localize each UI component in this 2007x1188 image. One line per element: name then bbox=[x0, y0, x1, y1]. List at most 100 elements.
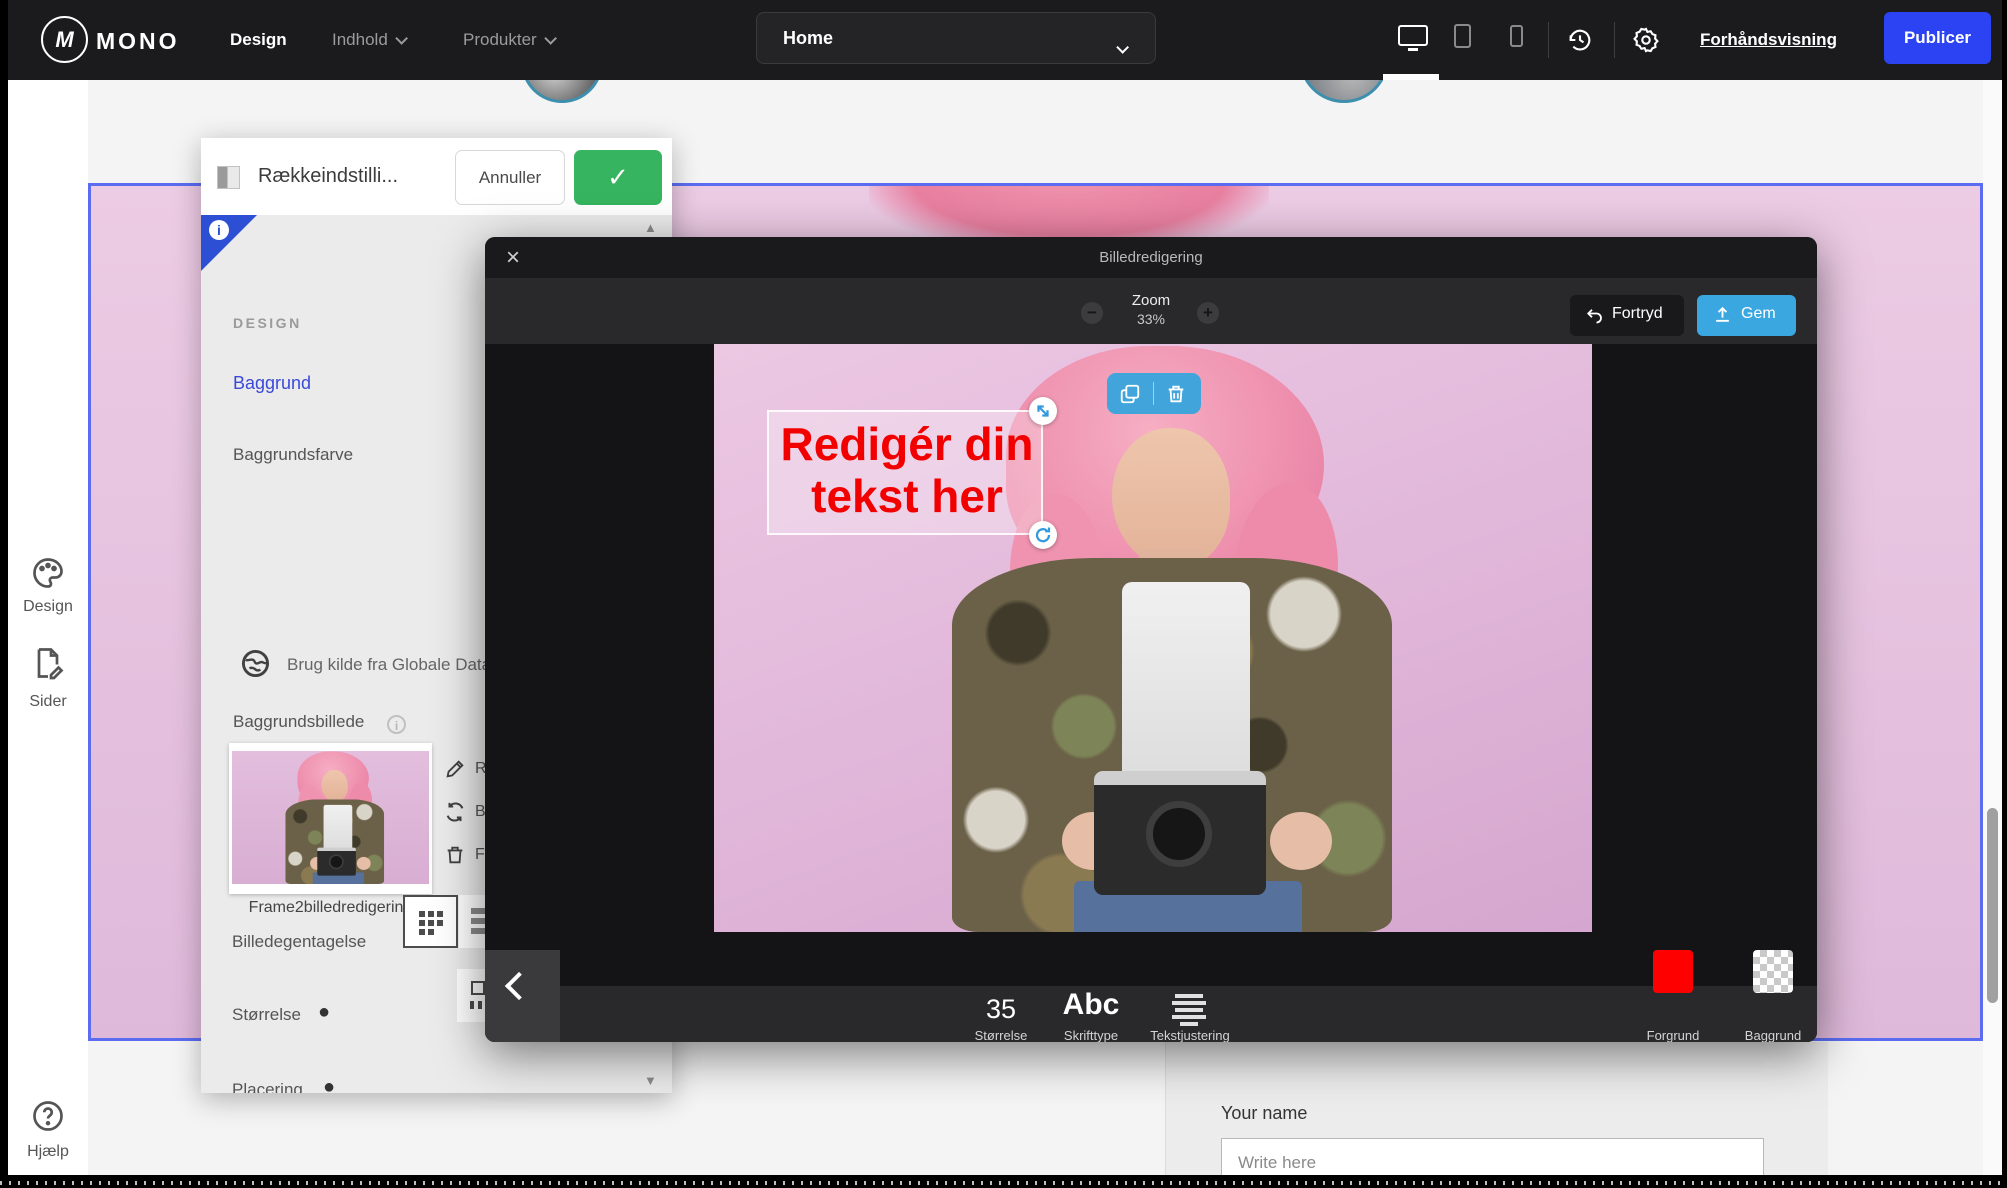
left-sidebar: Design Sider Hjælp bbox=[8, 80, 88, 1175]
divider bbox=[1548, 22, 1549, 58]
palette-icon[interactable] bbox=[30, 555, 66, 591]
form-field-label: Your name bbox=[1221, 1103, 1307, 1124]
font-size-label: Størrelse bbox=[957, 1028, 1045, 1042]
preview-link[interactable]: Forhåndsvisning bbox=[1700, 30, 1837, 50]
modal-header: × Billedredigering bbox=[485, 237, 1817, 278]
frame-bottom bbox=[0, 1175, 2007, 1188]
editor-canvas[interactable]: Redigér din tekst her bbox=[485, 344, 1817, 1042]
duplicate-icon[interactable] bbox=[1119, 383, 1141, 405]
text-selection-box[interactable]: Redigér din tekst her bbox=[767, 410, 1043, 535]
nav-item-products[interactable]: Produkter bbox=[463, 0, 553, 80]
row-settings-icon bbox=[217, 166, 240, 189]
mobile-view-icon[interactable] bbox=[1510, 25, 1523, 47]
text-align-icon[interactable] bbox=[1172, 994, 1206, 1024]
info-icon[interactable]: i bbox=[387, 715, 406, 734]
scroll-up-icon[interactable]: ▲ bbox=[644, 220, 657, 235]
page-selector-dropdown[interactable]: Home bbox=[756, 12, 1156, 64]
frame-left bbox=[0, 0, 8, 1188]
foreground-label: Forgrund bbox=[1625, 1028, 1721, 1042]
size-value-dot[interactable]: ● bbox=[318, 1001, 330, 1024]
info-icon: i bbox=[209, 220, 229, 240]
text-align-label: Tekstjustering bbox=[1135, 1028, 1245, 1042]
chevron-left-icon bbox=[505, 972, 533, 1000]
sidebar-item-pages[interactable]: Sider bbox=[8, 693, 88, 711]
thumbnail-photo bbox=[232, 751, 429, 884]
size-label: Størrelse bbox=[232, 1005, 301, 1025]
clipped-page-text-artifacts bbox=[0, 1181, 2007, 1185]
swap-image-icon[interactable] bbox=[444, 801, 466, 823]
remove-image-icon[interactable] bbox=[444, 844, 466, 866]
image-filename: Frame2billedredigering bbox=[229, 899, 432, 917]
background-color-swatch[interactable] bbox=[1753, 950, 1793, 993]
edit-image-icon[interactable] bbox=[444, 758, 466, 780]
editor-window: Your name Write here Design Sider Hjælp bbox=[0, 0, 2007, 1188]
panel-section-heading: DESIGN bbox=[233, 315, 302, 331]
desktop-view-icon[interactable] bbox=[1398, 25, 1428, 46]
foreground-color-swatch[interactable] bbox=[1653, 950, 1693, 993]
tab-background[interactable]: Baggrund bbox=[233, 373, 311, 394]
modal-title: Billedredigering bbox=[485, 249, 1817, 266]
avatar[interactable] bbox=[521, 80, 603, 103]
zoom-in-button[interactable]: + bbox=[1197, 302, 1219, 324]
tablet-view-icon[interactable] bbox=[1454, 24, 1471, 48]
font-size-value[interactable]: 35 bbox=[972, 994, 1030, 1025]
check-icon: ✓ bbox=[607, 162, 629, 192]
bg-color-label: Baggrundsfarve bbox=[233, 445, 353, 465]
top-navbar: M MONO Design Indhold Produkter Home For… bbox=[8, 0, 2002, 80]
sidebar-item-help[interactable]: Hjælp bbox=[8, 1143, 88, 1161]
panel-header: Rækkeindstilli... Annuller ✓ bbox=[201, 138, 672, 215]
position-label: Placering bbox=[232, 1080, 303, 1093]
remove-image-label-clipped[interactable]: F bbox=[475, 846, 485, 864]
globe-icon bbox=[241, 649, 270, 678]
pages-icon[interactable] bbox=[30, 645, 66, 681]
modal-bottom-toolbar: 35 Størrelse Abc Skrifttype Tekstjusteri… bbox=[485, 986, 1817, 1042]
canvas-text[interactable]: Redigér din tekst her bbox=[769, 418, 1045, 522]
panel-title: Rækkeindstilli... bbox=[258, 165, 398, 188]
chevron-down-icon bbox=[544, 32, 557, 45]
history-icon[interactable] bbox=[1566, 26, 1594, 54]
save-button[interactable]: Gem bbox=[1697, 295, 1796, 336]
publish-button[interactable]: Publicer bbox=[1884, 12, 1991, 64]
rotate-handle-icon[interactable] bbox=[1029, 521, 1057, 549]
selected-page: Home bbox=[783, 28, 833, 49]
mono-logo-text: MONO bbox=[96, 28, 180, 55]
cancel-button[interactable]: Annuller bbox=[455, 150, 565, 205]
active-device-underline bbox=[1383, 74, 1439, 80]
undo-button[interactable]: Fortryd bbox=[1570, 295, 1684, 336]
name-input[interactable]: Write here bbox=[1221, 1138, 1764, 1175]
zoom-label: Zoom bbox=[1085, 292, 1217, 309]
editing-photo[interactable]: Redigér din tekst her bbox=[714, 344, 1592, 932]
font-family-button[interactable]: Abc bbox=[1060, 988, 1122, 1022]
delete-icon[interactable] bbox=[1165, 383, 1187, 405]
mono-logo-icon: M bbox=[41, 16, 88, 63]
settings-gear-icon[interactable] bbox=[1632, 26, 1660, 54]
page-scrollbar-thumb[interactable] bbox=[1987, 808, 1998, 1003]
position-value-dot[interactable]: ● bbox=[323, 1076, 335, 1093]
undo-label: Fortryd bbox=[1612, 305, 1663, 323]
scroll-down-icon[interactable]: ▼ bbox=[644, 1073, 657, 1088]
font-family-label: Skrifttype bbox=[1053, 1028, 1129, 1042]
page-scrollbar-track[interactable] bbox=[1983, 80, 2002, 1175]
modal-zoom-bar: − Zoom 33% + Fortryd Gem bbox=[485, 278, 1817, 344]
help-icon[interactable] bbox=[30, 1098, 66, 1134]
resize-handle-icon[interactable] bbox=[1029, 397, 1057, 425]
save-label: Gem bbox=[1741, 305, 1776, 323]
image-repeat-label: Billedegentagelse bbox=[232, 932, 366, 952]
confirm-button[interactable]: ✓ bbox=[574, 150, 662, 205]
desktop-stand bbox=[1408, 48, 1418, 51]
info-corner-ribbon[interactable] bbox=[201, 215, 257, 271]
bg-image-label: Baggrundsbillede bbox=[233, 712, 364, 732]
avatar[interactable] bbox=[1299, 80, 1389, 103]
text-actions-toolbar bbox=[1107, 373, 1201, 414]
background-image-thumbnail[interactable] bbox=[229, 743, 432, 894]
repeat-tile-button[interactable] bbox=[403, 895, 458, 948]
input-placeholder: Write here bbox=[1238, 1153, 1316, 1172]
nav-item-design[interactable]: Design bbox=[230, 0, 287, 80]
frame-right bbox=[2002, 0, 2007, 1188]
background-label: Baggrund bbox=[1725, 1028, 1817, 1042]
chevron-down-icon bbox=[395, 32, 408, 45]
nav-item-content[interactable]: Indhold bbox=[332, 0, 404, 80]
sidebar-item-design[interactable]: Design bbox=[8, 598, 88, 616]
toolbar-back-button[interactable] bbox=[485, 950, 560, 1042]
divider bbox=[1614, 22, 1615, 58]
